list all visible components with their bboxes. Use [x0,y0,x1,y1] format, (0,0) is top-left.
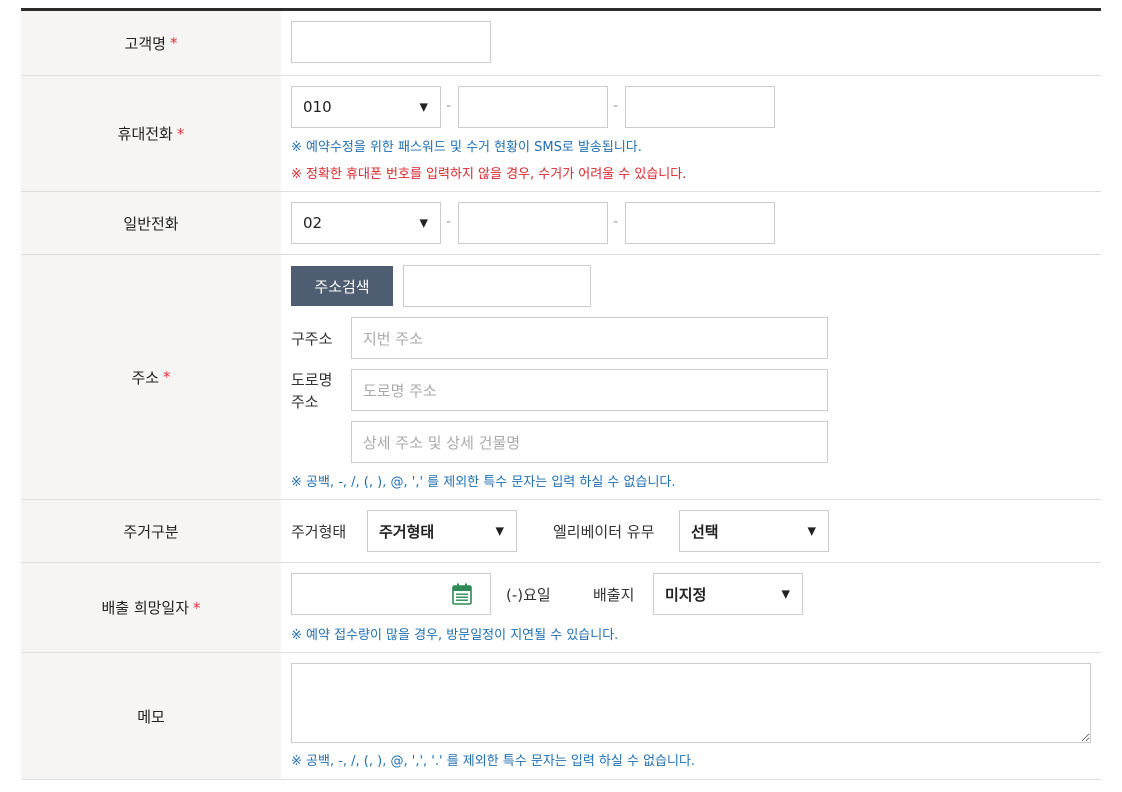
chevron-down-icon: ▼ [807,524,816,538]
required-mark: * [176,124,185,143]
dash-separator: - [613,214,619,230]
old-address-input[interactable]: 지번 주소 [351,317,828,359]
residence-type-value: 주거형태 [379,522,435,541]
address-search-button[interactable]: 주소검색 [291,266,393,306]
memo-textarea[interactable] [291,663,1091,743]
residence-type-select[interactable]: 주거형태 ▼ [367,510,517,552]
label-address: 주소 * [21,255,281,499]
weekday-text: (-)요일 [506,586,551,604]
label-residence: 주거구분 [21,500,281,562]
phone-prefix-value: 02 [303,214,323,232]
label-text: 배출 희망일자 [101,599,190,617]
discharge-place-label: 배출지 [593,586,635,604]
mobile-last-input[interactable] [625,86,775,128]
elevator-select[interactable]: 선택 ▼ [679,510,829,552]
elevator-label: 엘리베이터 유무 [553,523,655,541]
mobile-prefix-select[interactable]: 010 ▼ [291,86,441,128]
label-text: 일반전화 [123,214,179,233]
phone-prefix-select[interactable]: 02 ▼ [291,202,441,244]
dash-separator: - [446,98,452,114]
elevator-value: 선택 [691,522,719,541]
discharge-place-select[interactable]: 미지정 ▼ [653,573,803,615]
cell-discharge-date: (-)요일 배출지 미지정 ▼ ※ 예약 접수량이 많을 경우, 방문일정이 지… [281,563,1101,652]
road-address-label-2: 주소 [291,393,319,411]
old-address-label: 구주소 [291,330,333,348]
mobile-prefix-value: 010 [303,98,332,116]
calendar-icon[interactable] [452,583,472,605]
cell-memo: ※ 공백, -, /, (, ), @, ',', '.' 를 제외한 특수 문… [281,653,1101,779]
chevron-down-icon: ▼ [495,524,504,538]
dash-separator: - [446,214,452,230]
chevron-down-icon: ▼ [419,100,428,114]
cell-address: 주소검색 구주소 지번 주소 도로명 주소 도로명 주소 상세 주소 및 상세 … [281,255,1101,499]
required-mark: * [169,34,178,52]
discharge-place-value: 미지정 [665,585,707,604]
address-note: ※ 공백, -, /, (, ), @, ',' 를 제외한 특수 문자는 입력… [291,475,676,490]
zipcode-input[interactable] [403,265,591,307]
label-text: 휴대전화 [117,125,173,143]
label-memo: 메모 [21,653,281,779]
chevron-down-icon: ▼ [781,587,790,601]
label-text: 메모 [137,707,165,726]
row-mobile: 휴대전화 * 010 ▼ - - ※ 예약수정을 위한 패스워드 및 수거 현황이… [21,76,1101,192]
label-text: 고객명 [124,34,166,53]
label-phone: 일반전화 [21,192,281,254]
detail-address-input[interactable]: 상세 주소 및 상세 건물명 [351,421,828,463]
mobile-warning-note: ※ 정확한 휴대폰 번호를 입력하지 않을 경우, 수거가 어려울 수 있습니다… [291,167,687,182]
mobile-sms-note: ※ 예약수정을 위한 패스워드 및 수거 현황이 SMS로 발송됩니다. [291,140,642,155]
customer-name-input[interactable] [291,21,491,63]
road-address-input[interactable]: 도로명 주소 [351,369,828,411]
required-mark: * [193,598,201,617]
row-residence: 주거구분 주거형태 주거형태 ▼ 엘리베이터 유무 선택 ▼ [21,500,1101,563]
discharge-note: ※ 예약 접수량이 많을 경우, 방문일정이 지연될 수 있습니다. [291,628,619,643]
mobile-middle-input[interactable] [458,86,608,128]
discharge-date-input[interactable] [291,573,491,615]
row-address: 주소 * 주소검색 구주소 지번 주소 도로명 주소 도로명 주소 상세 주소 및… [21,255,1101,500]
required-mark: * [163,368,171,386]
cell-residence: 주거형태 주거형태 ▼ 엘리베이터 유무 선택 ▼ [281,500,1101,562]
phone-middle-input[interactable] [458,202,608,244]
chevron-down-icon: ▼ [419,216,428,230]
cell-customer-name [281,11,1101,75]
label-customer-name: 고객명 * [21,11,281,75]
label-text: 주소 [131,368,160,387]
phone-last-input[interactable] [625,202,775,244]
dash-separator: - [613,98,619,114]
label-mobile: 휴대전화 * [21,76,281,191]
road-address-label: 도로명 [291,371,333,389]
row-phone: 일반전화 02 ▼ - - [21,192,1101,255]
label-discharge-date: 배출 희망일자 * [21,563,281,652]
row-memo: 메모 ※ 공백, -, /, (, ), @, ',', '.' 를 제외한 특… [21,653,1101,780]
cell-phone: 02 ▼ - - [281,192,1101,254]
order-form: 고객명 * 휴대전화 * 010 ▼ - - ※ 예약수정을 위한 패스워드 및 수… [21,8,1101,780]
residence-type-label: 주거형태 [291,523,347,541]
cell-mobile: 010 ▼ - - ※ 예약수정을 위한 패스워드 및 수거 현황이 SMS로 … [281,76,1101,191]
label-text: 주거구분 [123,522,179,541]
memo-note: ※ 공백, -, /, (, ), @, ',', '.' 를 제외한 특수 문… [291,754,696,769]
row-customer-name: 고객명 * [21,11,1101,76]
row-discharge-date: 배출 희망일자 * (-)요일 배출지 미지정 ▼ ※ 예약 접수량이 많을 경… [21,563,1101,653]
